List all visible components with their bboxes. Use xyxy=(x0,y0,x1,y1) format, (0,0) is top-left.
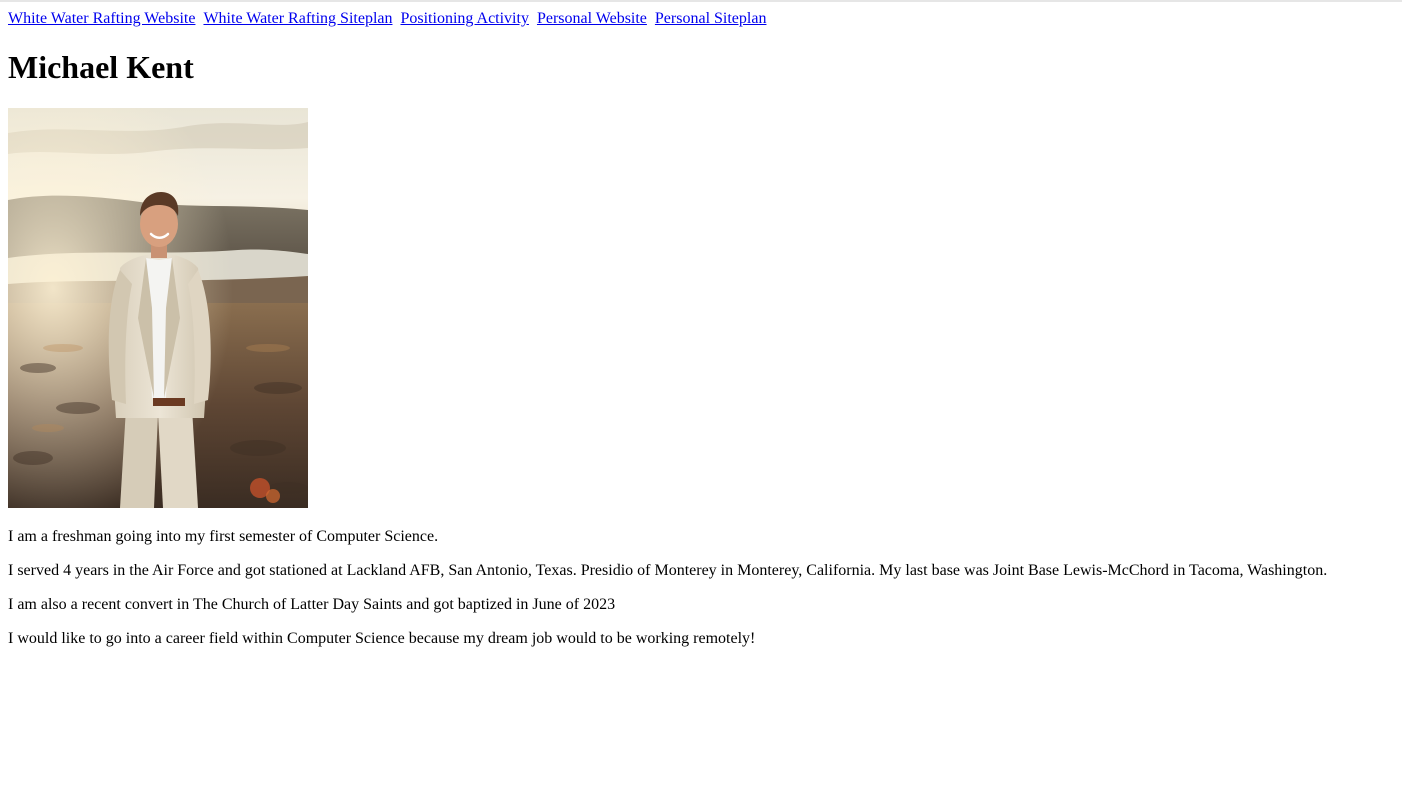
profile-photo xyxy=(8,108,308,508)
nav-link-white-water-rafting-website[interactable]: White Water Rafting Website xyxy=(8,10,195,27)
nav-link-personal-siteplan[interactable]: Personal Siteplan xyxy=(655,10,767,27)
bio-paragraph-church: I am also a recent convert in The Church… xyxy=(8,596,616,613)
nav-link-white-water-rafting-siteplan[interactable]: White Water Rafting Siteplan xyxy=(203,10,392,27)
bio-paragraph-military-service: I served 4 years in the Air Force and go… xyxy=(8,562,1328,579)
top-divider xyxy=(0,0,1402,2)
bio-paragraph-career-goal: I would like to go into a career field w… xyxy=(8,630,756,647)
page-title: Michael Kent xyxy=(8,49,194,85)
nav-link-personal-website[interactable]: Personal Website xyxy=(537,10,647,27)
nav-link-positioning-activity[interactable]: Positioning Activity xyxy=(400,10,528,27)
bio-paragraph-education: I am a freshman going into my first seme… xyxy=(8,528,439,545)
top-navigation: White Water Rafting Website White Water … xyxy=(8,9,766,28)
bio-section: I am a freshman going into my first seme… xyxy=(8,527,1394,663)
